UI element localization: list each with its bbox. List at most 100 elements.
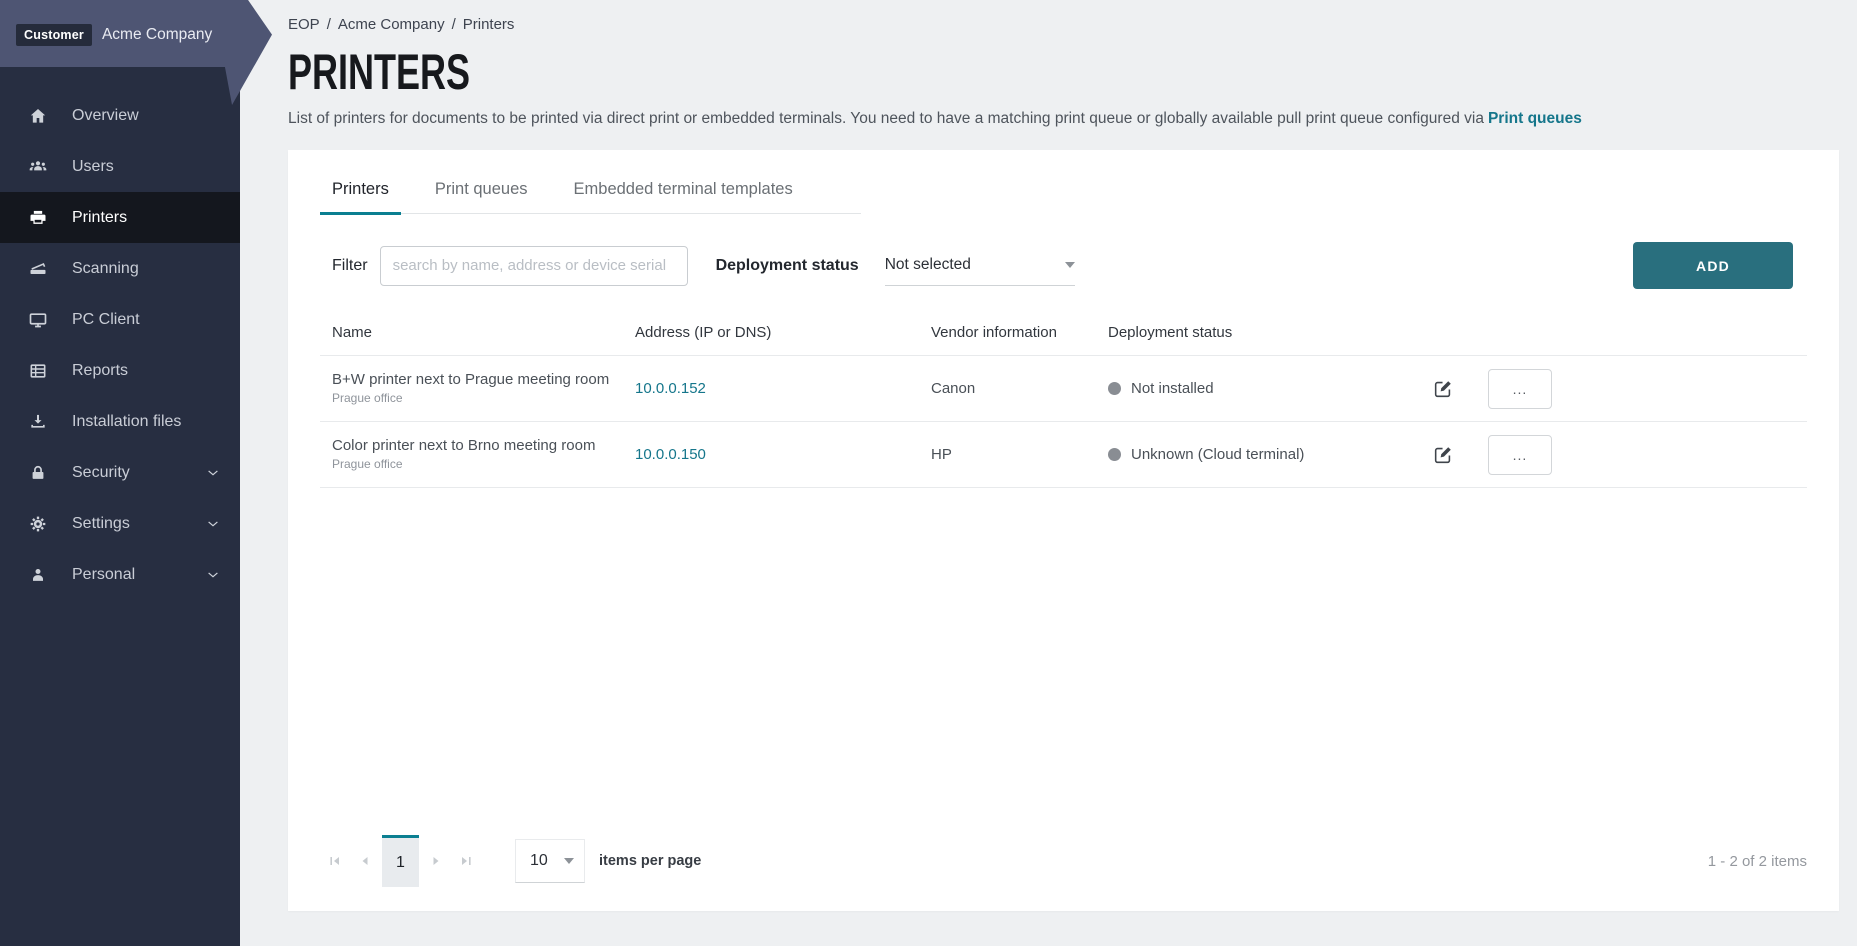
breadcrumb-item-printers: Printers <box>463 16 515 33</box>
download-icon <box>28 412 48 432</box>
tab-embedded-terminal-templates[interactable]: Embedded terminal templates <box>562 172 805 215</box>
sidebar-item-security[interactable]: Security <box>0 447 240 498</box>
page-number-button[interactable]: 1 <box>382 835 419 887</box>
sidebar-nav: Overview Users <box>0 90 240 600</box>
table-header: Name Address (IP or DNS) Vendor informat… <box>320 309 1807 355</box>
breadcrumb-separator: / <box>452 16 456 33</box>
next-page-icon <box>429 854 443 868</box>
sidebar-item-settings[interactable]: Settings <box>0 498 240 549</box>
sidebar-item-installation-files[interactable]: Installation files <box>0 396 240 447</box>
printer-name: B+W printer next to Prague meeting room <box>332 371 635 390</box>
breadcrumb-separator: / <box>327 16 331 33</box>
page-title: PRINTERS <box>288 47 470 97</box>
first-page-icon <box>328 854 342 868</box>
printer-name: Color printer next to Brno meeting room <box>332 437 635 456</box>
column-header-vendor: Vendor information <box>931 324 1108 341</box>
last-page-icon <box>459 854 473 868</box>
edit-button[interactable] <box>1432 443 1456 467</box>
status-dot <box>1108 382 1121 395</box>
scanner-icon <box>28 259 48 279</box>
row-menu-cell: ... <box>1478 369 1807 409</box>
printer-icon <box>28 208 48 228</box>
edit-icon <box>1432 444 1454 466</box>
first-page-button[interactable] <box>320 835 350 887</box>
printer-address-link[interactable]: 10.0.0.152 <box>635 380 931 397</box>
previous-page-icon <box>358 854 372 868</box>
column-header-address: Address (IP or DNS) <box>635 324 931 341</box>
next-page-button[interactable] <box>421 835 451 887</box>
pagination: 1 10 items per page 1 - 2 of 2 items <box>320 835 1807 887</box>
printer-vendor: HP <box>931 446 1108 463</box>
printer-name-cell: B+W printer next to Prague meeting room … <box>320 371 635 407</box>
table-row: B+W printer next to Prague meeting room … <box>320 356 1807 421</box>
sidebar-item-printers[interactable]: Printers <box>0 192 240 243</box>
sidebar-item-label: PC Client <box>72 311 140 329</box>
printer-name-cell: Color printer next to Brno meeting room … <box>320 437 635 473</box>
page-size-select[interactable]: 10 <box>515 839 585 883</box>
add-button[interactable]: ADD <box>1633 242 1793 289</box>
deployment-status-cell: Unknown (Cloud terminal) <box>1108 446 1432 463</box>
breadcrumb-item-company[interactable]: Acme Company <box>338 16 445 33</box>
filter-label: Filter <box>332 257 368 275</box>
edit-button[interactable] <box>1432 377 1456 401</box>
sidebar-item-label: Security <box>72 464 130 482</box>
sidebar-item-label: Installation files <box>72 413 181 431</box>
reports-icon <box>28 361 48 381</box>
sidebar-item-label: Overview <box>72 107 139 125</box>
sidebar: Overview Users <box>0 0 240 946</box>
chevron-down-icon <box>206 466 220 480</box>
printer-vendor: Canon <box>931 380 1108 397</box>
sidebar-item-users[interactable]: Users <box>0 141 240 192</box>
tab-print-queues[interactable]: Print queues <box>423 172 540 215</box>
sidebar-item-label: Settings <box>72 515 130 533</box>
printers-card: Printers Print queues Embedded terminal … <box>288 150 1839 911</box>
printer-address-link[interactable]: 10.0.0.150 <box>635 446 931 463</box>
monitor-icon <box>28 310 48 330</box>
users-icon <box>28 157 48 177</box>
table-row: Color printer next to Brno meeting room … <box>320 422 1807 487</box>
deployment-status-value: Not selected <box>885 256 971 274</box>
print-queues-link[interactable]: Print queues <box>1488 110 1582 127</box>
sidebar-item-scanning[interactable]: Scanning <box>0 243 240 294</box>
person-icon <box>28 565 48 585</box>
chevron-down-icon <box>206 517 220 531</box>
deployment-status-select[interactable]: Not selected <box>885 246 1075 286</box>
sidebar-item-label: Scanning <box>72 260 139 278</box>
column-header-deployment-status: Deployment status <box>1108 324 1432 341</box>
status-dot <box>1108 448 1121 461</box>
status-text: Not installed <box>1131 380 1214 397</box>
printers-table: Name Address (IP or DNS) Vendor informat… <box>320 309 1807 488</box>
row-menu-cell: ... <box>1478 435 1807 475</box>
company-name: Acme Company <box>102 26 212 44</box>
sidebar-item-pc-client[interactable]: PC Client <box>0 294 240 345</box>
tab-strip: Printers Print queues Embedded terminal … <box>320 172 861 214</box>
page-size-value: 10 <box>530 852 548 870</box>
sidebar-item-overview[interactable]: Overview <box>0 90 240 141</box>
breadcrumb-item-eop[interactable]: EOP <box>288 16 320 33</box>
home-icon <box>28 106 48 126</box>
sidebar-item-reports[interactable]: Reports <box>0 345 240 396</box>
previous-page-button[interactable] <box>350 835 380 887</box>
deployment-status-label: Deployment status <box>716 257 859 275</box>
page-description: List of printers for documents to be pri… <box>288 110 1857 128</box>
last-page-button[interactable] <box>451 835 481 887</box>
row-menu-button[interactable]: ... <box>1488 369 1552 409</box>
lock-icon <box>28 463 48 483</box>
caret-down-icon <box>564 858 574 864</box>
edit-icon <box>1432 378 1454 400</box>
status-text: Unknown (Cloud terminal) <box>1131 446 1304 463</box>
sidebar-item-label: Reports <box>72 362 128 380</box>
sidebar-item-label: Users <box>72 158 114 176</box>
search-input[interactable] <box>380 246 688 286</box>
row-menu-button[interactable]: ... <box>1488 435 1552 475</box>
main-content: EOP / Acme Company / Printers PRINTERS L… <box>240 0 1857 946</box>
customer-badge: Customer <box>16 24 92 46</box>
gear-icon <box>28 514 48 534</box>
tabs: Printers Print queues Embedded terminal … <box>288 150 1839 214</box>
sidebar-item-personal[interactable]: Personal <box>0 549 240 600</box>
pagination-range: 1 - 2 of 2 items <box>1708 853 1807 870</box>
filter-row: Filter Deployment status Not selected AD… <box>320 242 1807 289</box>
breadcrumb: EOP / Acme Company / Printers <box>288 16 1857 33</box>
page-description-text: List of printers for documents to be pri… <box>288 110 1484 127</box>
tab-printers[interactable]: Printers <box>320 172 401 215</box>
